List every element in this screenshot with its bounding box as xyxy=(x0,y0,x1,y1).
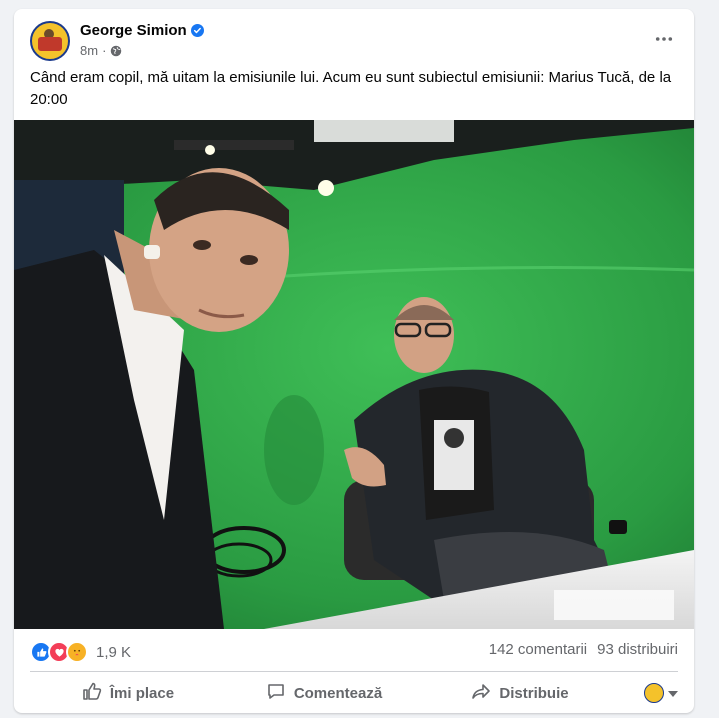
share-label: Distribuie xyxy=(499,684,569,702)
share-arrow-icon xyxy=(471,681,491,705)
share-button[interactable]: Distribuie xyxy=(422,675,618,711)
post-time[interactable]: 8m xyxy=(80,43,98,58)
post-card: George Simion 8m · Când eram copil, mă u… xyxy=(14,9,694,713)
post-stats: 1,9 K 142 comentarii 93 distribuiri xyxy=(30,637,678,665)
comment-label: Comentează xyxy=(293,684,383,702)
shares-count[interactable]: 93 distribuiri xyxy=(597,641,678,658)
comments-count[interactable]: 142 comentarii xyxy=(489,641,587,658)
post-header: George Simion 8m · xyxy=(30,21,678,61)
author-name[interactable]: George Simion xyxy=(80,22,187,39)
care-reaction-icon xyxy=(66,641,88,663)
comment-button[interactable]: Comentează xyxy=(226,675,422,711)
globe-icon[interactable] xyxy=(110,45,122,57)
meta-separator: · xyxy=(102,43,107,58)
author-avatar[interactable] xyxy=(30,21,70,61)
reactions-summary[interactable]: 1,9 K xyxy=(30,641,131,663)
like-button[interactable]: Îmi place xyxy=(30,675,226,711)
engagement-counts: 142 comentarii 93 distribuiri xyxy=(489,641,678,658)
author-row: George Simion xyxy=(80,22,204,39)
post-photo[interactable] xyxy=(14,120,694,629)
comment-bubble-icon xyxy=(266,681,286,705)
more-options-icon[interactable] xyxy=(650,29,678,49)
reactions-count[interactable]: 1,9 K xyxy=(96,644,131,661)
post-text: Când eram copil, mă uitam la emisiunile … xyxy=(30,69,672,108)
thumbs-up-icon xyxy=(82,681,102,705)
divider xyxy=(30,671,678,672)
chevron-down-icon xyxy=(668,684,678,702)
react-as-selector[interactable] xyxy=(618,683,678,703)
profile-avatar xyxy=(644,683,664,703)
post-meta: 8m · xyxy=(80,43,122,58)
like-label: Îmi place xyxy=(109,684,175,702)
post-actions: Îmi place Comentează Distribuie xyxy=(30,675,678,711)
verified-badge-icon xyxy=(190,24,204,37)
